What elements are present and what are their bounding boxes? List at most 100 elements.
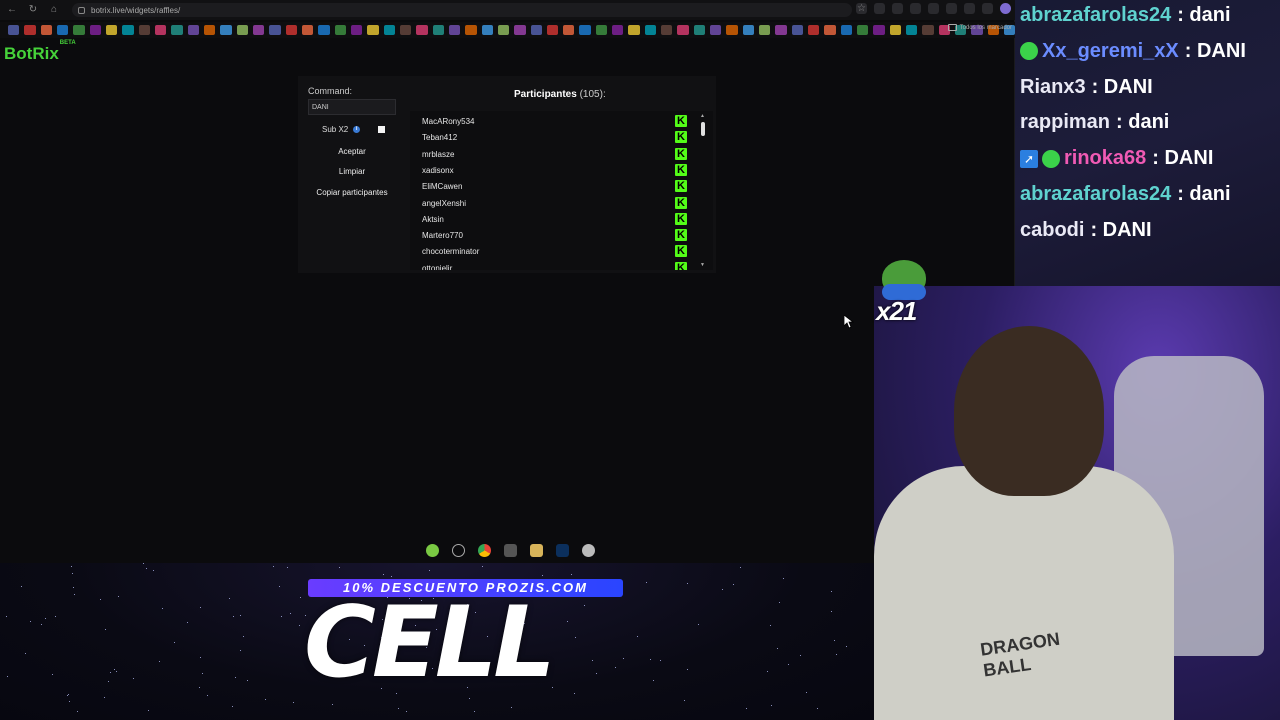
- bookmark-icon[interactable]: [89, 25, 101, 35]
- chat-username[interactable]: rinoka68: [1064, 147, 1146, 170]
- bookmark-icon[interactable]: [138, 25, 150, 35]
- chat-username[interactable]: cabodi: [1020, 219, 1084, 242]
- site-info-icon[interactable]: [78, 6, 85, 14]
- bookmark-icon[interactable]: [628, 25, 640, 35]
- extension-icon[interactable]: [892, 3, 903, 14]
- chat-username[interactable]: Rianx3: [1020, 76, 1086, 99]
- bookmark-icon[interactable]: [220, 25, 232, 35]
- botrix-logo[interactable]: BotRixBETA: [4, 40, 76, 64]
- bookmark-icon[interactable]: [759, 25, 771, 35]
- list-scrollbar[interactable]: ▲ ▼: [700, 113, 706, 268]
- bookmark-icon[interactable]: [252, 25, 265, 35]
- bookmark-icon[interactable]: [563, 25, 575, 35]
- bookmark-icon[interactable]: [726, 25, 738, 35]
- bookmark-icon[interactable]: [318, 25, 330, 35]
- bookmark-icon[interactable]: [203, 25, 216, 35]
- bookmark-icon[interactable]: [579, 25, 591, 35]
- profile-avatar[interactable]: [1000, 3, 1011, 14]
- bookmark-icon[interactable]: [432, 25, 444, 35]
- extension-icon[interactable]: [910, 3, 921, 14]
- bookmark-icon[interactable]: [122, 25, 134, 35]
- chat-username[interactable]: rappiman: [1020, 111, 1110, 134]
- sub-x2-checkbox[interactable]: [378, 126, 385, 133]
- bookmark-icon[interactable]: [236, 25, 248, 35]
- bookmark-icon[interactable]: [693, 25, 706, 35]
- home-icon[interactable]: ⌂: [48, 4, 60, 16]
- reload-icon[interactable]: ↻: [27, 4, 39, 16]
- bookmark-icon[interactable]: [465, 25, 477, 35]
- bookmark-icon[interactable]: [791, 25, 804, 35]
- info-icon[interactable]: i: [353, 126, 361, 133]
- photoshop-icon[interactable]: [556, 544, 569, 557]
- tab-search-icon[interactable]: [964, 3, 975, 14]
- bookmark-icon[interactable]: [56, 25, 69, 35]
- scrollbar-thumb[interactable]: [701, 122, 705, 136]
- bookmark-icon[interactable]: [546, 25, 559, 35]
- bookmark-icon[interactable]: [399, 25, 412, 35]
- bookmark-icon[interactable]: [595, 25, 608, 35]
- bookmark-icon[interactable]: [677, 25, 689, 35]
- chrome-icon[interactable]: [478, 544, 491, 557]
- bookmark-icon[interactable]: [873, 25, 885, 35]
- accept-button[interactable]: Aceptar: [308, 147, 396, 156]
- bookmark-icon[interactable]: [448, 25, 461, 35]
- bookmark-icon[interactable]: [416, 25, 428, 35]
- app-icon[interactable]: [504, 544, 517, 557]
- chat-username[interactable]: abrazafarolas24: [1020, 183, 1171, 206]
- extensions-puzzle-icon[interactable]: [946, 3, 957, 14]
- minimize-icon[interactable]: [982, 3, 993, 14]
- address-bar[interactable]: botrix.live/widgets/raffles/: [72, 3, 852, 17]
- folder-icon[interactable]: [530, 544, 543, 557]
- app-icon[interactable]: [426, 544, 439, 557]
- extension-icon[interactable]: [928, 3, 939, 14]
- clear-button[interactable]: Limpiar: [308, 167, 396, 176]
- bookmark-icon[interactable]: [171, 25, 183, 35]
- bookmark-star-icon[interactable]: ☆: [856, 3, 867, 14]
- bookmark-icon[interactable]: [906, 25, 918, 35]
- back-icon[interactable]: ←: [6, 4, 18, 16]
- bookmark-icon[interactable]: [8, 25, 20, 35]
- participants-list[interactable]: MacARony534 K Teban412 Kmrblasze Kxadisonx K E…: [410, 111, 713, 270]
- bookmark-icon[interactable]: [644, 25, 657, 35]
- chat-username[interactable]: Xx_geremi_xX: [1042, 40, 1179, 63]
- bookmark-icon[interactable]: [154, 25, 167, 35]
- bookmark-icon[interactable]: [350, 25, 363, 35]
- bookmark-icon[interactable]: [824, 25, 836, 35]
- bookmark-icon[interactable]: [24, 25, 36, 35]
- bookmark-icon[interactable]: [840, 25, 853, 35]
- bookmark-icon[interactable]: [661, 25, 673, 35]
- bookmark-icon[interactable]: [269, 25, 281, 35]
- bookmark-icon[interactable]: [889, 25, 902, 35]
- bookmark-icon[interactable]: [367, 25, 379, 35]
- bookmark-icon[interactable]: [742, 25, 755, 35]
- background-star: [777, 648, 778, 649]
- app-icon[interactable]: [582, 544, 595, 557]
- bookmark-icon[interactable]: [105, 25, 118, 35]
- chat-text: : dani: [1116, 111, 1170, 134]
- bookmark-icon[interactable]: [481, 25, 493, 35]
- bookmark-icon[interactable]: [612, 25, 624, 35]
- bookmark-icon[interactable]: [301, 25, 314, 35]
- bookmark-icon[interactable]: [187, 25, 199, 35]
- all-bookmarks[interactable]: Todos los marcador: [947, 24, 1012, 31]
- bookmark-icon[interactable]: [285, 25, 297, 35]
- bookmark-icon[interactable]: [775, 25, 787, 35]
- scroll-up-icon[interactable]: ▲: [700, 113, 705, 119]
- bookmark-icon[interactable]: [922, 25, 934, 35]
- command-input[interactable]: [308, 99, 396, 115]
- bookmark-icon[interactable]: [808, 25, 820, 35]
- clock-icon[interactable]: [452, 544, 465, 557]
- bookmark-icon[interactable]: [530, 25, 542, 35]
- bookmark-icon[interactable]: [710, 25, 722, 35]
- copy-participants-button[interactable]: Copiar participantes: [308, 188, 396, 197]
- bookmark-icon[interactable]: [40, 25, 52, 35]
- bookmark-icon[interactable]: [497, 25, 510, 35]
- scroll-down-icon[interactable]: ▼: [700, 262, 705, 268]
- bookmark-icon[interactable]: [334, 25, 346, 35]
- bookmark-icon[interactable]: [857, 25, 869, 35]
- extension-icon[interactable]: [874, 3, 885, 14]
- bookmark-icon[interactable]: [73, 25, 85, 35]
- bookmark-icon[interactable]: [514, 25, 526, 35]
- bookmark-icon[interactable]: [383, 25, 395, 35]
- chat-username[interactable]: abrazafarolas24: [1020, 4, 1171, 27]
